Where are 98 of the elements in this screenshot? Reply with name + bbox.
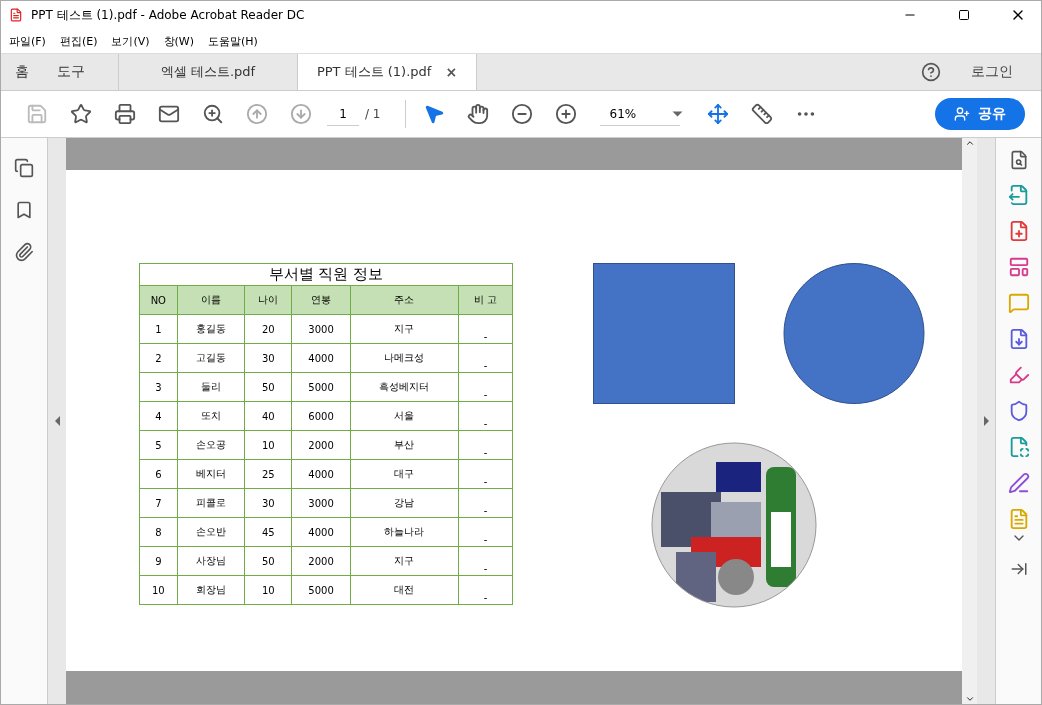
nav-tab[interactable]: 도구 [43,54,99,90]
table-cell: 40 [244,401,292,431]
table-cell: 지구 [350,314,459,344]
table-cell: 9 [139,546,178,576]
table-cell: 지구 [350,546,459,576]
menu-item[interactable]: 보기(V) [111,33,150,49]
add-person-icon [954,106,970,122]
table-cell: 대구 [350,459,459,489]
table-cell: 30 [244,343,292,373]
scroll-up-icon[interactable] [964,138,975,148]
table-cell: 6 [139,459,178,489]
paperclip-icon[interactable] [14,242,34,262]
tab-close-button[interactable]: × [445,64,458,80]
table-cell: 4000 [291,343,351,373]
table-cell: 4000 [291,517,351,547]
table-cell: 회장님 [177,575,245,605]
menu-item[interactable]: 도움말(H) [208,33,258,49]
table-cell: - [458,430,513,460]
table-cell: 손오공 [177,430,245,460]
export-file-icon[interactable] [1007,184,1030,206]
help-icon[interactable] [921,62,941,82]
column-header: NO [139,285,178,315]
table-cell: - [458,314,513,344]
table-cell: - [458,575,513,605]
table-cell: 부산 [350,430,459,460]
table-cell: 2000 [291,546,351,576]
table-cell: 3000 [291,488,351,518]
table-cell: 1 [139,314,178,344]
table-cell: 대전 [350,575,459,605]
table-cell: 서울 [350,401,459,431]
table-cell: 손오반 [177,517,245,547]
table-cell: 5000 [291,372,351,402]
table-cell: 홍길동 [177,314,245,344]
window-title: PPT 테스트 (1).pdf - Adobe Acrobat Reader DC [31,6,306,24]
page-number-field[interactable]: 1 [327,102,359,126]
table-cell: 45 [244,517,292,547]
nav-tab[interactable]: 홈 [1,54,43,90]
table-cell: 나메크성 [350,343,459,373]
column-header: 이름 [177,285,245,315]
page-total: / 1 [365,107,381,121]
table-cell: 흑성베지터 [350,372,459,402]
table-cell: - [458,459,513,489]
login-link[interactable]: 로그인 [971,54,1013,90]
table-cell: 30 [244,488,292,518]
table-cell: 피콜로 [177,488,245,518]
document-tab[interactable]: PPT 테스트 (1).pdf × [298,54,477,90]
collapse-right-icon[interactable] [983,416,989,426]
pen-icon[interactable] [1007,472,1030,494]
table-cell: 10 [244,430,292,460]
bookmark-icon[interactable] [14,200,34,220]
tab-label: 엑셀 테스트.pdf [160,63,256,81]
maximize-icon [958,9,970,21]
table-cell: - [458,517,513,547]
table-cell: 7 [139,488,178,518]
menu-item[interactable]: 파일(F) [9,33,46,49]
table-cell: 하늘나라 [350,517,459,547]
pages-icon[interactable] [14,158,34,178]
table-cell: 5000 [291,575,351,605]
table-cell: - [458,372,513,402]
table-cell: 강남 [350,488,459,518]
table-cell: 둘리 [177,372,245,402]
column-header: 연봉 [291,285,351,315]
table-cell: 고길동 [177,343,245,373]
table-cell: - [458,401,513,431]
table-cell: 사장님 [177,546,245,576]
table-cell: 10 [139,575,178,605]
table-cell: 6000 [291,401,351,431]
table-cell: 5 [139,430,178,460]
highlighter-icon[interactable] [1007,364,1030,386]
table-title: 부서별 직원 정보 [139,263,513,286]
scroll-down-icon[interactable] [964,694,975,704]
table-cell: 2 [139,343,178,373]
table-cell: 20 [244,314,292,344]
table-cell: 25 [244,459,292,489]
tab-label: PPT 테스트 (1).pdf [316,63,432,81]
layout-icon[interactable] [1007,256,1030,278]
column-header: 주소 [350,285,459,315]
table-cell: 4 [139,401,178,431]
collapse-left-icon[interactable] [54,416,60,426]
table-cell: - [458,343,513,373]
pdf-icon [9,8,23,22]
table-cell: 2000 [291,430,351,460]
table-cell: 8 [139,517,178,547]
table-cell: 10 [244,575,292,605]
share-button[interactable]: 공유 [935,98,1025,130]
menu-item[interactable]: 창(W) [163,33,195,49]
collapse-panel-icon[interactable] [1009,560,1028,578]
table-cell: 베지터 [177,459,245,489]
table-cell: 50 [244,546,292,576]
zoom-field[interactable]: 61% [599,102,680,126]
table-cell: 50 [244,372,292,402]
table-cell: 3 [139,372,178,402]
table-cell: - [458,546,513,576]
table-cell: 4000 [291,459,351,489]
table-cell: - [458,488,513,518]
menu-item[interactable]: 편집(E) [59,33,98,49]
table-cell: 3000 [291,314,351,344]
table-cell: 또치 [177,401,245,431]
